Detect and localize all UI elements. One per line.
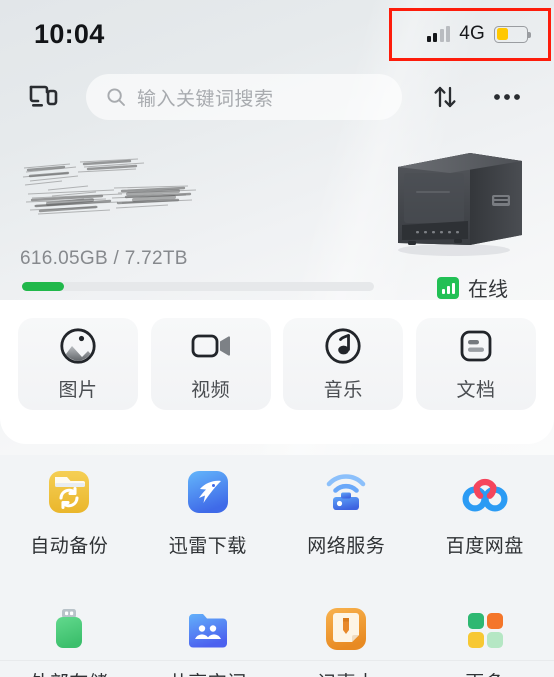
search-icon xyxy=(107,88,125,106)
category-label: 视频 xyxy=(191,380,231,401)
app-item-external-storage[interactable]: 外部存储 xyxy=(0,595,139,677)
storage-progress-fill xyxy=(22,282,65,291)
device-status: 在线 xyxy=(437,273,508,302)
baidu-netdisk-icon xyxy=(457,464,513,520)
notepad-icon xyxy=(318,601,374,657)
device-summary[interactable]: 616.05GB / 7.72TB 在线 xyxy=(0,135,554,305)
cast-device-icon[interactable] xyxy=(18,74,68,120)
status-badge: 在线 xyxy=(468,279,508,301)
app-grid-row: 自动备份 迅雷下载 网络服务 百度网盘 xyxy=(0,458,554,558)
app-label: 百度网盘 xyxy=(445,536,524,557)
search-placeholder: 输入关键词搜索 xyxy=(137,88,274,110)
app-label: 自动备份 xyxy=(30,536,109,557)
category-label: 图片 xyxy=(58,380,98,401)
transfer-updown-icon[interactable] xyxy=(420,74,470,120)
more-dots-icon[interactable] xyxy=(482,74,532,120)
app-label: 记事本 xyxy=(317,668,376,677)
signal-strength-icon xyxy=(426,26,451,42)
app-item-auto-backup[interactable]: 自动备份 xyxy=(0,458,139,558)
category-tile-documents[interactable]: 文档 xyxy=(415,318,536,410)
app-item-baidu-netdisk[interactable]: 百度网盘 xyxy=(416,458,554,558)
category-tile-music[interactable]: 音乐 xyxy=(283,318,404,410)
app-label: 共享空间 xyxy=(169,668,247,677)
search-input[interactable]: 输入关键词搜索 xyxy=(86,74,402,120)
app-label: 迅雷下载 xyxy=(168,536,247,557)
battery-icon xyxy=(494,25,531,43)
category-label: 文档 xyxy=(456,380,496,401)
app-item-notepad[interactable]: 记事本 xyxy=(277,595,416,677)
app-grid-row: 外部存储 共享空间 xyxy=(0,595,554,677)
category-tiles: 图片 视频 音乐 文档 xyxy=(0,318,554,410)
toolbar: 输入关键词搜索 xyxy=(0,70,554,124)
shared-space-icon xyxy=(180,601,236,657)
network-service-icon xyxy=(318,464,374,520)
phone-screen: 10:04 4G 输入关键词搜索 616.05GB / 7.72TB 在线 图片… xyxy=(0,0,554,677)
category-tile-photos[interactable]: 图片 xyxy=(18,318,138,410)
usb-storage-icon xyxy=(41,601,97,657)
status-clock: 10:04 xyxy=(34,18,105,49)
category-label: 音乐 xyxy=(323,380,363,401)
auto-backup-icon xyxy=(41,464,97,520)
status-bar: 10:04 4G xyxy=(0,0,554,68)
app-label: 网络服务 xyxy=(307,536,386,557)
network-type-label: 4G xyxy=(459,23,485,44)
app-item-xunlei-download[interactable]: 迅雷下载 xyxy=(139,458,278,558)
app-label: 外部存储 xyxy=(30,668,108,677)
app-label: 更多 xyxy=(465,668,504,677)
status-indicators: 4G xyxy=(426,23,531,45)
photo-icon xyxy=(60,328,96,364)
storage-usage-text: 616.05GB / 7.72TB xyxy=(20,248,188,269)
app-item-shared-space[interactable]: 共享空间 xyxy=(139,595,278,677)
storage-progress-bar xyxy=(22,282,374,291)
app-grid: 自动备份 迅雷下载 网络服务 百度网盘 xyxy=(0,458,554,677)
xunlei-download-icon xyxy=(180,464,236,520)
category-tile-videos[interactable]: 视频 xyxy=(150,318,271,410)
app-item-more[interactable]: 更多 xyxy=(416,595,554,677)
nas-device-image xyxy=(398,153,522,256)
app-item-network-service[interactable]: 网络服务 xyxy=(277,458,416,558)
more-apps-icon xyxy=(457,601,513,657)
video-camera-icon xyxy=(191,334,230,358)
music-note-icon xyxy=(325,328,361,364)
signal-badge-icon xyxy=(437,276,459,299)
redacted-device-name xyxy=(22,158,197,215)
document-icon xyxy=(460,330,492,362)
